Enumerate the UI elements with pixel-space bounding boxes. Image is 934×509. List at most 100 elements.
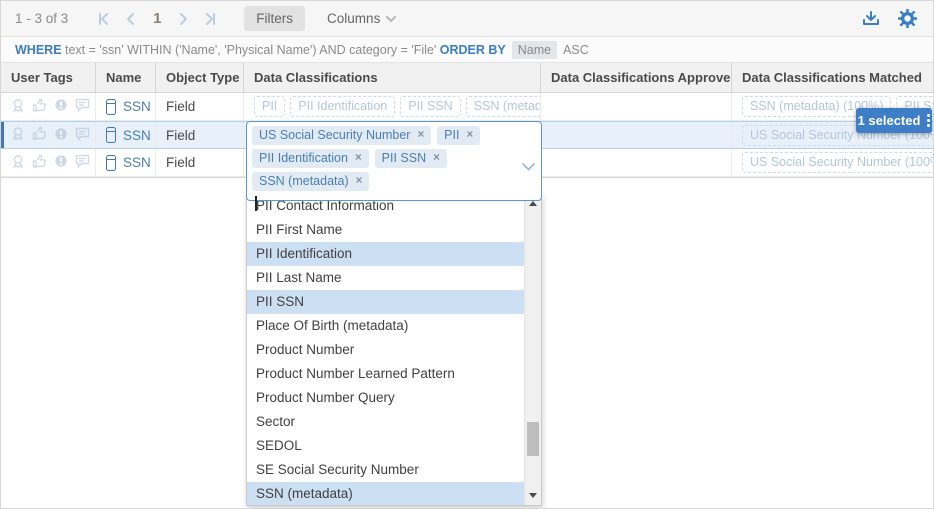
query-condition: text = 'ssn' WITHIN ('Name', 'Physical N… bbox=[62, 43, 440, 57]
user-tags-cell bbox=[1, 149, 96, 176]
toolbar-right bbox=[862, 9, 933, 28]
data-classifications-approved-cell[interactable] bbox=[541, 122, 732, 148]
col-header-data-classifications-matched[interactable]: Data Classifications Matched bbox=[732, 63, 934, 92]
alert-circle-icon[interactable] bbox=[54, 127, 68, 144]
classification-chip[interactable]: PII bbox=[254, 96, 285, 117]
asset-name-link[interactable]: SSN bbox=[123, 99, 151, 114]
dropdown-items: PII Contact Information PII First Name P… bbox=[247, 194, 524, 505]
object-type-cell: Field bbox=[156, 122, 244, 148]
selected-tag: SSN (metadata) × bbox=[252, 172, 369, 191]
name-cell: SSN bbox=[96, 122, 156, 148]
dropdown-item[interactable]: SE Social Security Number bbox=[247, 458, 524, 482]
download-icon[interactable] bbox=[862, 10, 880, 27]
last-page-icon[interactable] bbox=[196, 8, 222, 30]
dropdown-item[interactable]: Product Number bbox=[247, 338, 524, 362]
object-type-cell: Field bbox=[156, 93, 244, 120]
kebab-menu-icon[interactable] bbox=[927, 114, 930, 127]
remove-tag-icon[interactable]: × bbox=[466, 128, 473, 143]
classification-tag-editor[interactable]: US Social Security Number × PII × PII Id… bbox=[246, 121, 542, 201]
classification-chip[interactable]: SSN (metadata) bbox=[466, 96, 541, 117]
selected-tag: PII × bbox=[437, 126, 480, 145]
data-classifications-cell[interactable]: PII PII Identification PII SSN SSN (meta… bbox=[244, 93, 541, 120]
classification-chip[interactable]: PII SSN bbox=[400, 96, 460, 117]
selected-tag-label: PII bbox=[444, 128, 459, 143]
table-row[interactable]: SSN Field PII PII Identification PII SSN… bbox=[1, 93, 934, 121]
dropdown-item[interactable]: PII First Name bbox=[247, 218, 524, 242]
scroll-down-icon[interactable] bbox=[525, 488, 541, 503]
selected-tag: US Social Security Number × bbox=[252, 126, 431, 145]
chevron-down-icon bbox=[386, 11, 396, 26]
first-page-icon[interactable] bbox=[92, 8, 118, 30]
medal-icon[interactable] bbox=[11, 98, 25, 116]
scrollbar-thumb[interactable] bbox=[527, 422, 539, 456]
selected-tag: PII Identification × bbox=[252, 149, 369, 168]
where-keyword: WHERE bbox=[15, 43, 62, 57]
remove-tag-icon[interactable]: × bbox=[417, 128, 424, 143]
name-cell: SSN bbox=[96, 149, 156, 176]
tag-input[interactable] bbox=[252, 195, 519, 211]
user-tag-icons bbox=[11, 154, 90, 172]
dropdown-item[interactable]: Product Number Learned Pattern bbox=[247, 362, 524, 386]
pagination-range: 1 - 3 of 3 bbox=[15, 11, 68, 26]
dropdown-item[interactable]: SEDOL bbox=[247, 434, 524, 458]
selected-tag-label: PII Identification bbox=[259, 151, 348, 166]
matched-chip[interactable]: US Social Security Number (100%) bbox=[742, 152, 934, 173]
asset-name-link[interactable]: SSN bbox=[123, 155, 151, 170]
asset-name-link[interactable]: SSN bbox=[123, 128, 151, 143]
dropdown-item[interactable]: SSN (metadata) bbox=[247, 482, 524, 505]
dropdown-item[interactable]: PII SSN bbox=[247, 290, 524, 314]
comment-icon[interactable] bbox=[75, 154, 90, 171]
gear-icon[interactable] bbox=[898, 9, 917, 28]
results-grid-view: 1 - 3 of 3 1 Filters Columns bbox=[0, 0, 934, 509]
chevron-down-icon[interactable] bbox=[522, 158, 535, 176]
medal-icon[interactable] bbox=[11, 126, 25, 144]
filters-button[interactable]: Filters bbox=[244, 6, 305, 31]
user-tag-icons bbox=[11, 126, 90, 144]
selection-badge[interactable]: 1 selected bbox=[856, 108, 932, 133]
order-field-chip[interactable]: Name bbox=[512, 41, 557, 59]
columns-button-label: Columns bbox=[327, 11, 380, 26]
thumbs-up-icon[interactable] bbox=[32, 126, 47, 144]
object-type-cell: Field bbox=[156, 149, 244, 176]
remove-tag-icon[interactable]: × bbox=[356, 174, 363, 189]
selected-tag-label: PII SSN bbox=[382, 151, 426, 166]
col-header-data-classifications[interactable]: Data Classifications bbox=[244, 63, 541, 92]
col-header-name[interactable]: Name bbox=[96, 63, 156, 92]
alert-circle-icon[interactable] bbox=[54, 154, 68, 171]
col-header-object-type[interactable]: Object Type bbox=[156, 63, 244, 92]
order-direction: ASC bbox=[563, 43, 589, 57]
user-tag-icons bbox=[11, 98, 90, 116]
dropdown-scrollbar[interactable] bbox=[524, 194, 541, 505]
page-number: 1 bbox=[144, 10, 170, 27]
remove-tag-icon[interactable]: × bbox=[433, 151, 440, 166]
thumbs-up-icon[interactable] bbox=[32, 154, 47, 172]
comment-icon[interactable] bbox=[75, 127, 90, 144]
remove-tag-icon[interactable]: × bbox=[355, 151, 362, 166]
text-caret bbox=[255, 196, 257, 211]
data-classifications-approved-cell[interactable] bbox=[541, 149, 732, 176]
dropdown-item[interactable]: PII Last Name bbox=[247, 266, 524, 290]
columns-button[interactable]: Columns bbox=[319, 6, 404, 31]
field-type-icon bbox=[106, 127, 116, 143]
data-classifications-approved-cell[interactable] bbox=[541, 93, 732, 120]
classification-chip[interactable]: PII Identification bbox=[290, 96, 395, 117]
dropdown-item[interactable]: Place Of Birth (metadata) bbox=[247, 314, 524, 338]
medal-icon[interactable] bbox=[11, 154, 25, 172]
name-cell: SSN bbox=[96, 93, 156, 120]
thumbs-up-icon[interactable] bbox=[32, 98, 47, 116]
dropdown-item[interactable]: Sector bbox=[247, 410, 524, 434]
user-tags-cell bbox=[1, 122, 96, 148]
data-classifications-matched-cell[interactable]: US Social Security Number (100%) bbox=[732, 149, 934, 176]
comment-icon[interactable] bbox=[75, 98, 90, 115]
alert-circle-icon[interactable] bbox=[54, 98, 68, 115]
field-type-icon bbox=[106, 99, 116, 115]
next-page-icon[interactable] bbox=[170, 8, 196, 30]
query-bar: WHERE text = 'ssn' WITHIN ('Name', 'Phys… bbox=[1, 37, 933, 63]
col-header-data-classifications-approved[interactable]: Data Classifications Approved bbox=[541, 63, 732, 92]
user-tags-cell bbox=[1, 93, 96, 120]
col-header-user-tags[interactable]: User Tags bbox=[1, 63, 96, 92]
prev-page-icon[interactable] bbox=[118, 8, 144, 30]
dropdown-item[interactable]: Product Number Query bbox=[247, 386, 524, 410]
selected-tag-label: SSN (metadata) bbox=[259, 174, 349, 189]
dropdown-item[interactable]: PII Identification bbox=[247, 242, 524, 266]
